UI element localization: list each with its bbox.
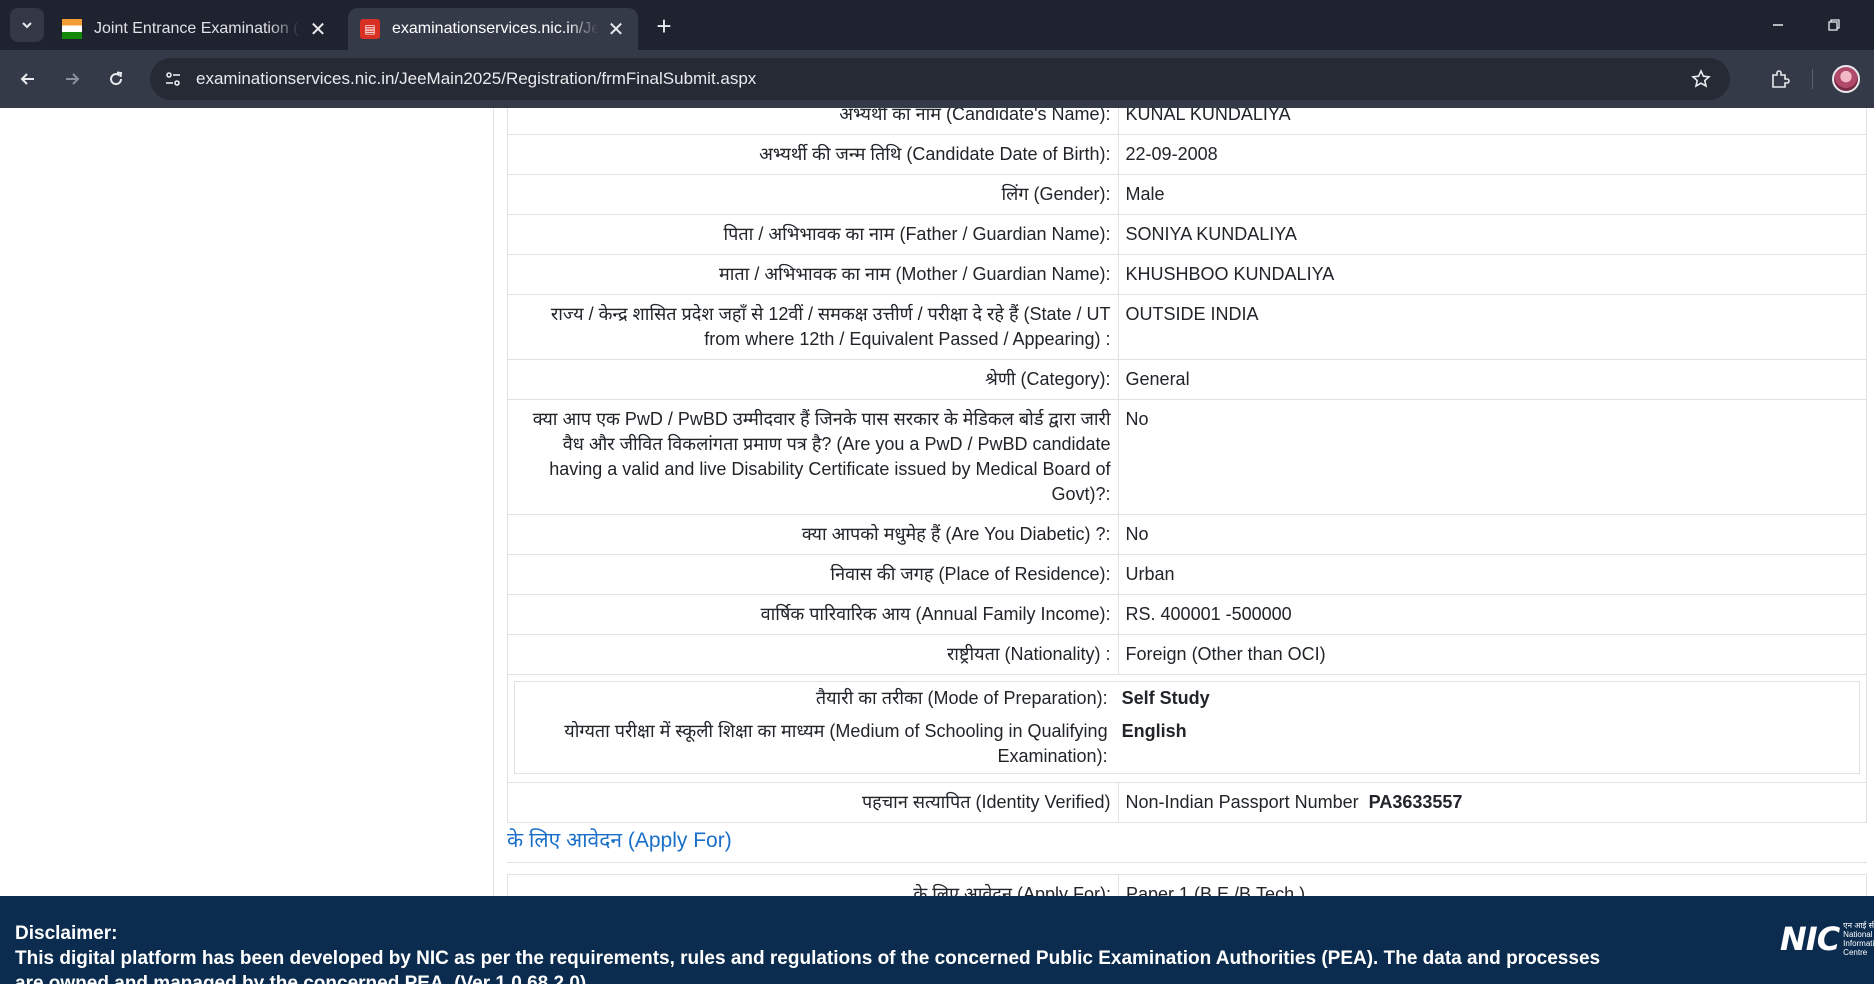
tab-jee-main[interactable]: Joint Entrance Examination (Main) ✕ (50, 8, 340, 50)
field-label: तैयारी का तरीका (Mode of Preparation): (815, 688, 1108, 708)
nic-logo-subtext: एन आई सीNational Informatics Centre (1843, 921, 1874, 957)
apply-for-table: के लिए आवेदन (Apply For): Paper 1 (B.E./… (507, 874, 1867, 896)
field-label: योग्यता परीक्षा में स्कूली शिक्षा का माध… (564, 721, 1108, 766)
field-label: राष्ट्रीयता (Nationality) : (507, 634, 1119, 675)
tab-title: Joint Entrance Examination (Main) (94, 20, 300, 37)
table-row: क्या आपको मधुमेह हैं (Are You Diabetic) … (507, 514, 1868, 555)
field-label: माता / अभिभावक का नाम (Mother / Guardian… (507, 254, 1119, 295)
restore-icon (1828, 19, 1840, 31)
field-label: श्रेणी (Category): (507, 359, 1119, 400)
table-row: श्रेणी (Category): General (507, 359, 1868, 400)
disclaimer-block: Disclaimer: This digital platform has be… (15, 921, 1615, 984)
preparation-table: तैयारी का तरीका (Mode of Preparation): S… (514, 681, 1860, 774)
field-label: राज्य / केन्द्र शासित प्रदेश जहाँ से 12व… (507, 294, 1119, 360)
table-row: राज्य / केन्द्र शासित प्रदेश जहाँ से 12व… (507, 294, 1868, 360)
disclaimer-text: This digital platform has been developed… (15, 948, 1601, 984)
field-value: Foreign (Other than OCI) (1117, 634, 1868, 675)
browser-tab-strip: Joint Entrance Examination (Main) ✕ ▤ ex… (0, 0, 1874, 50)
tab-title: examinationservices.nic.in/JeeMain2025 (392, 20, 598, 37)
field-value: No (1117, 399, 1868, 515)
field-label: क्या आपको मधुमेह हैं (Are You Diabetic) … (507, 514, 1119, 555)
field-value: KHUSHBOO KUNDALIYA (1117, 254, 1868, 295)
field-value: No (1117, 514, 1868, 555)
table-row: वार्षिक पारिवारिक आय (Annual Family Inco… (507, 594, 1868, 635)
table-row: योग्यता परीक्षा में स्कूली शिक्षा का माध… (515, 715, 1860, 774)
page-content: अभ्यर्थी का नाम (Candidate's Name): KUNAL… (0, 108, 1874, 896)
field-value: RS. 400001 -500000 (1117, 594, 1868, 635)
table-row: लिंग (Gender): Male (507, 174, 1868, 215)
arrow-right-icon (66, 73, 80, 85)
field-label: पहचान सत्यापित (Identity Verified) (507, 782, 1119, 823)
field-value: English (1121, 721, 1187, 741)
field-value: Paper 1 (B.E./B.Tech.) (1118, 874, 1867, 896)
left-panel (0, 108, 494, 896)
close-icon[interactable]: ✕ (606, 19, 626, 41)
toolbar-divider (1812, 69, 1813, 89)
field-value: Male (1117, 174, 1868, 215)
pdf-icon: ▤ (360, 19, 380, 39)
puzzle-icon (1772, 70, 1790, 88)
minimize-icon (1773, 24, 1783, 26)
url-text[interactable]: examinationservices.nic.in/JeeMain2025/R… (196, 69, 756, 89)
india-flag-icon (62, 19, 82, 39)
id-type: Non-Indian Passport Number (1125, 792, 1359, 812)
field-label: अभ्यर्थी का नाम (Candidate's Name): (507, 108, 1119, 135)
field-label: निवास की जगह (Place of Residence): (507, 554, 1119, 595)
field-value: SONIYA KUNDALIYA (1117, 214, 1868, 255)
table-row: माता / अभिभावक का नाम (Mother / Guardian… (507, 254, 1868, 295)
field-label: क्या आप एक PwD / PwBD उम्मीदवार हैं जिनक… (507, 399, 1119, 515)
table-row: अभ्यर्थी की जन्म तिथि (Candidate Date of… (507, 134, 1868, 175)
apply-for-heading: के लिए आवेदन (Apply For) (507, 826, 1867, 863)
close-icon[interactable]: ✕ (308, 19, 328, 41)
field-value: Self Study (1121, 688, 1210, 708)
preparation-row: तैयारी का तरीका (Mode of Preparation): S… (507, 674, 1867, 783)
browser-toolbar: examinationservices.nic.in/JeeMain2025/R… (0, 50, 1874, 108)
field-value: 22-09-2008 (1117, 134, 1868, 175)
identity-row: पहचान सत्यापित (Identity Verified) Non-I… (507, 782, 1868, 823)
field-value: Urban (1117, 554, 1868, 595)
table-row: के लिए आवेदन (Apply For): Paper 1 (B.E./… (507, 874, 1867, 896)
star-icon[interactable] (1686, 64, 1716, 94)
reload-button[interactable] (100, 63, 132, 95)
minimize-button[interactable] (1764, 12, 1792, 38)
tab-examination-services[interactable]: ▤ examinationservices.nic.in/JeeMain2025… (348, 8, 638, 50)
restore-button[interactable] (1820, 12, 1848, 38)
profile-avatar[interactable] (1832, 65, 1860, 93)
disclaimer-title: Disclaimer: (15, 923, 118, 944)
nic-logo-mark: NIC (1780, 920, 1840, 958)
reload-icon (110, 71, 123, 86)
address-bar[interactable]: examinationservices.nic.in/JeeMain2025/R… (150, 58, 1730, 100)
field-label: अभ्यर्थी की जन्म तिथि (Candidate Date of… (507, 134, 1119, 175)
arrow-left-icon (20, 73, 34, 85)
field-label: पिता / अभिभावक का नाम (Father / Guardian… (507, 214, 1119, 255)
field-label: लिंग (Gender): (507, 174, 1119, 215)
table-row: क्या आप एक PwD / PwBD उम्मीदवार हैं जिनक… (507, 399, 1868, 515)
disclaimer-footer: Disclaimer: This digital platform has be… (0, 896, 1874, 984)
field-label: के लिए आवेदन (Apply For): (507, 874, 1119, 896)
preparation-cell: तैयारी का तरीका (Mode of Preparation): S… (507, 674, 1867, 783)
table-row: पिता / अभिभावक का नाम (Father / Guardian… (507, 214, 1868, 255)
candidate-details-table: अभ्यर्थी का नाम (Candidate's Name): KUNAL… (507, 108, 1868, 823)
field-value: OUTSIDE INDIA (1117, 294, 1868, 360)
field-value: General (1117, 359, 1868, 400)
extensions-button[interactable] (1764, 63, 1796, 95)
field-label: वार्षिक पारिवारिक आय (Annual Family Inco… (507, 594, 1119, 635)
table-row: राष्ट्रीयता (Nationality) : Foreign (Othe… (507, 634, 1868, 675)
new-tab-button[interactable]: + (650, 11, 678, 41)
forward-button[interactable] (56, 63, 88, 95)
chevron-down-icon (22, 22, 32, 29)
back-button[interactable] (12, 63, 44, 95)
table-row: तैयारी का तरीका (Mode of Preparation): S… (515, 682, 1860, 716)
table-row: निवास की जगह (Place of Residence): Urban (507, 554, 1868, 595)
tab-search-button[interactable] (10, 8, 44, 42)
site-info-icon[interactable] (158, 64, 188, 94)
table-row: अभ्यर्थी का नाम (Candidate's Name): KUNAL… (507, 108, 1868, 135)
passport-number: PA3633557 (1368, 792, 1463, 812)
nic-logo: NIC एन आई सीNational Informatics Centre (1780, 920, 1874, 958)
field-value: KUNAL KUNDALIYA (1117, 108, 1868, 135)
field-value: Non-Indian Passport Number PA3633557 (1117, 782, 1868, 823)
